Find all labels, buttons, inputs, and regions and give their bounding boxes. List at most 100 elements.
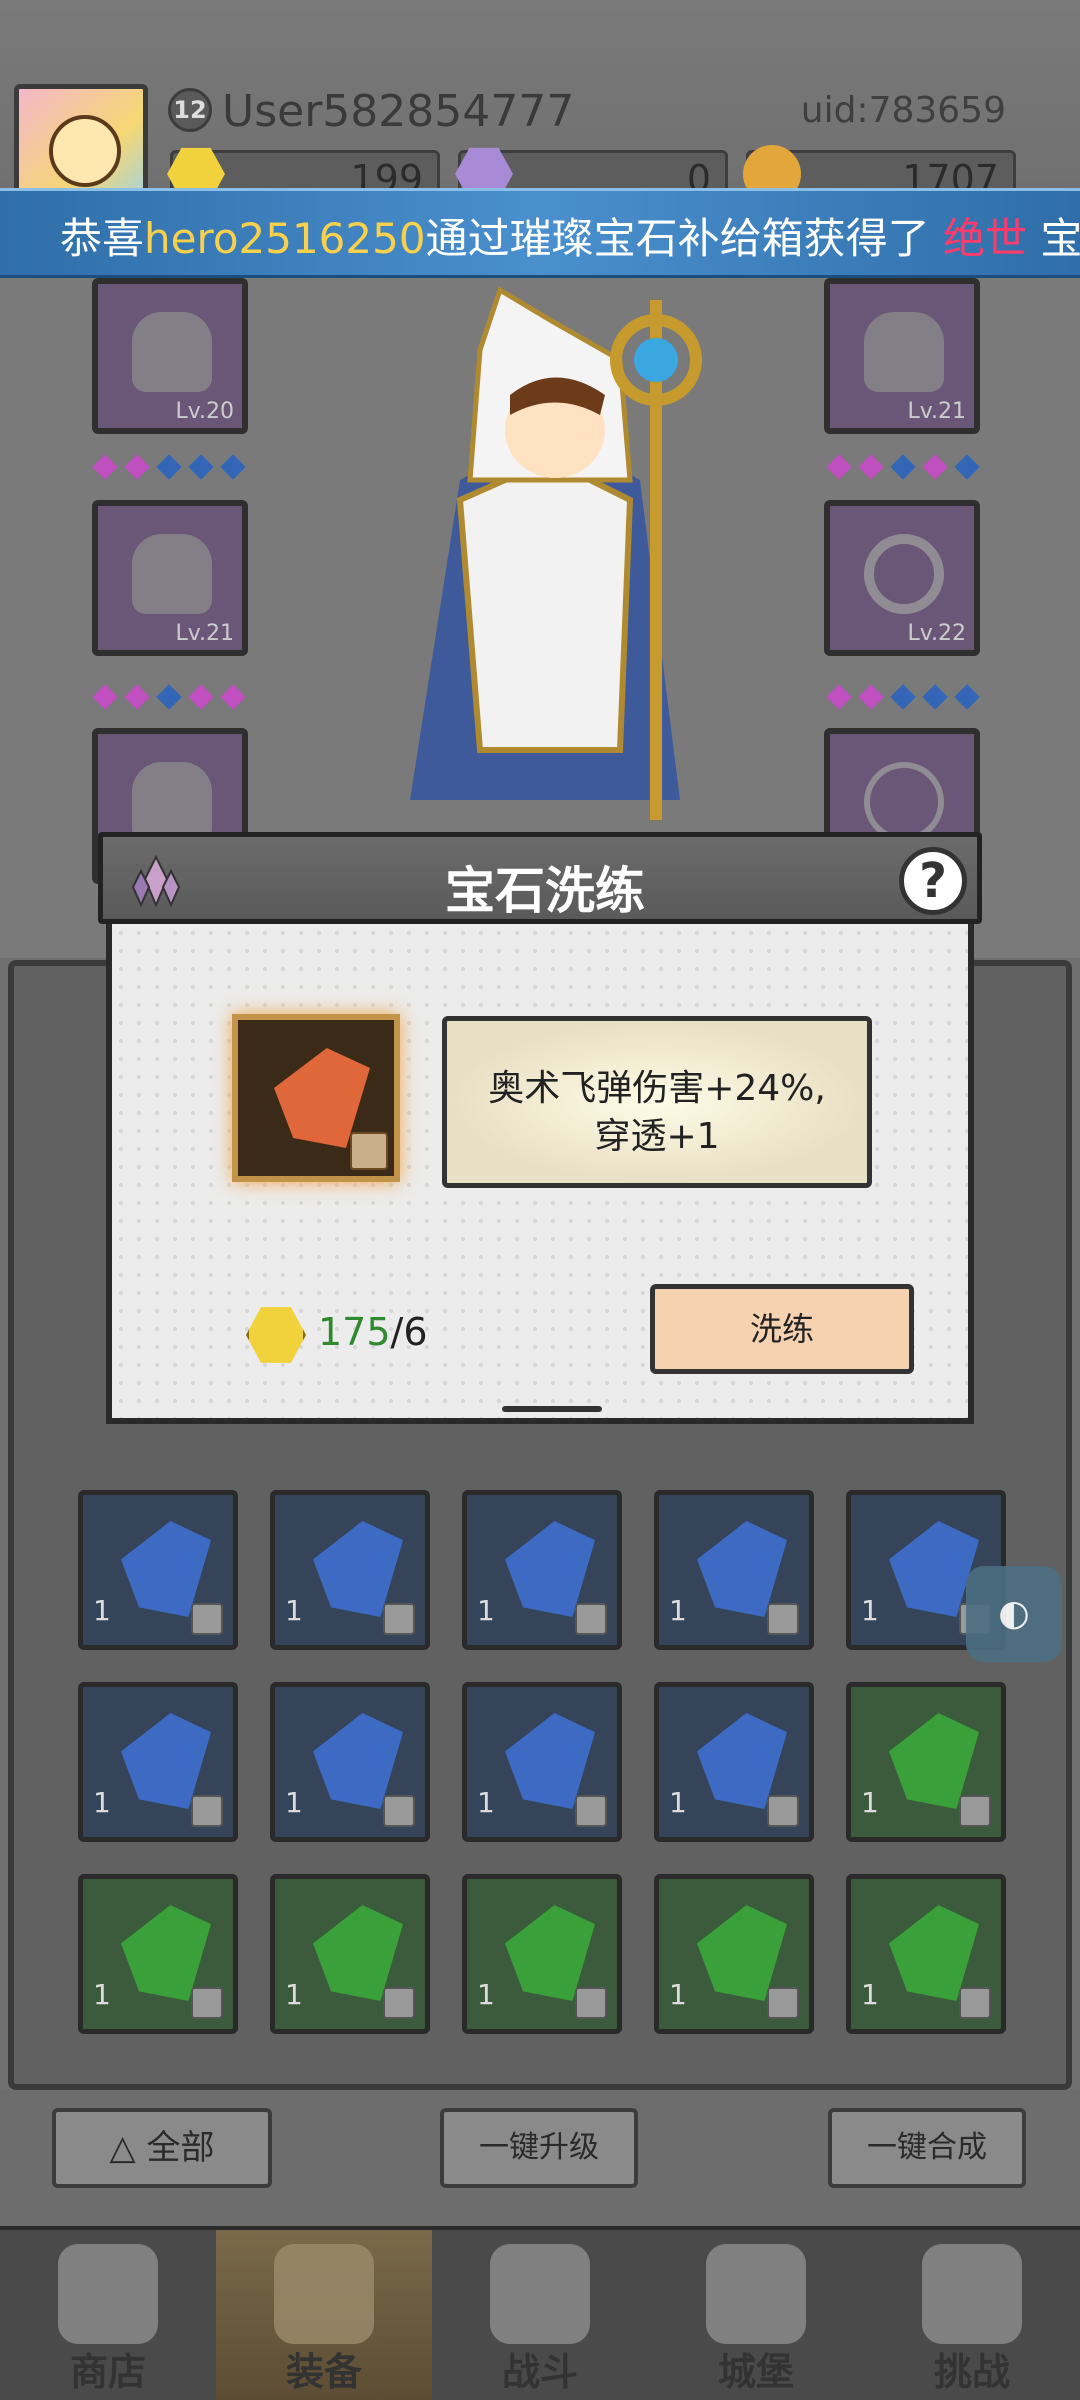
nav-equipment[interactable]: 装备 (216, 2230, 432, 2400)
inventory-cell[interactable]: 1 (462, 1490, 622, 1650)
inventory-cell[interactable]: 1 (654, 1874, 814, 2034)
item-quantity: 1 (93, 1786, 111, 1819)
gem-dot (188, 454, 214, 480)
username: User582854777 (222, 86, 575, 137)
socket-gems (826, 454, 990, 484)
gem-type-icon (383, 1603, 415, 1635)
announcement-item: 绝世 (942, 214, 1027, 263)
gem-dot (124, 454, 150, 480)
gem-type-icon (767, 1795, 799, 1827)
contrast-toggle-icon[interactable]: ◐ (966, 1566, 1062, 1662)
gem-type-icon (767, 1603, 799, 1635)
upgrade-all-button[interactable]: 一键升级 (440, 2108, 638, 2188)
item-quantity: 1 (285, 1978, 303, 2011)
slot-level: Lv.21 (907, 399, 966, 424)
announcement-middle: 通过璀璨宝石补给箱获得了 (425, 214, 930, 263)
hero-robe (456, 456, 634, 753)
gem-type-icon (959, 1795, 991, 1827)
inventory-cell[interactable]: 1 (270, 1682, 430, 1842)
socket-gems (826, 684, 990, 714)
announcement-player-name: hero2516250 (144, 214, 426, 263)
nav-battle[interactable]: 战斗 (432, 2230, 648, 2400)
inventory-cell[interactable]: 1 (846, 1874, 1006, 2034)
gem-type-icon (191, 1987, 223, 2019)
bag-icon (132, 762, 212, 842)
avatar-face (49, 115, 121, 187)
gem-type-icon (383, 1795, 415, 1827)
item-quantity: 1 (477, 1594, 495, 1627)
refine-button[interactable]: 洗练 (650, 1284, 914, 1374)
gem-dot (220, 454, 246, 480)
nav-label: 装备 (285, 2350, 362, 2394)
inventory-cell[interactable]: 1 (462, 1682, 622, 1842)
equip-slot-weapon[interactable]: Lv.21 (824, 278, 980, 434)
gem-type-icon (350, 1132, 388, 1170)
item-quantity: 1 (861, 1594, 879, 1627)
slot-level: Lv.22 (907, 621, 966, 646)
item-quantity: 1 (477, 1978, 495, 2011)
nav-label: 城堡 (717, 2350, 794, 2394)
gem-dot (890, 454, 916, 480)
gem-dot (220, 684, 246, 710)
necklace-icon (864, 762, 944, 842)
inventory-cell[interactable]: 1 (846, 1682, 1006, 1842)
gem-dot (826, 684, 852, 710)
inventory-cell[interactable]: 1 (78, 1874, 238, 2034)
gem-type-icon (575, 1603, 607, 1635)
hood-icon (132, 312, 212, 392)
inventory-cell[interactable]: 1 (654, 1490, 814, 1650)
item-quantity: 1 (669, 1594, 687, 1627)
inventory-cell[interactable]: 1 (78, 1682, 238, 1842)
equip-slot-ring[interactable]: Lv.22 (824, 500, 980, 656)
challenge-icon (922, 2244, 1022, 2344)
gem-dot (92, 684, 118, 710)
ring-icon (864, 534, 944, 614)
equip-slot-head[interactable]: Lv.20 (92, 278, 248, 434)
player-level-badge: 12 (168, 88, 212, 132)
staff-orb (634, 338, 678, 382)
equip-slot-body[interactable]: Lv.21 (92, 500, 248, 656)
uid-label: uid:783659 (800, 90, 1006, 131)
inventory-cell[interactable]: 1 (78, 1490, 238, 1650)
gem-effect-text: 奥术飞弹伤害+24%, 穿透+1 (447, 1065, 867, 1161)
gem-dot (826, 454, 852, 480)
help-button[interactable]: ? (899, 847, 967, 915)
backpack-icon (274, 2244, 374, 2344)
filter-all-button[interactable]: △ 全部 (52, 2108, 272, 2188)
inventory-cell[interactable]: 1 (270, 1490, 430, 1650)
gem-dot (954, 454, 980, 480)
gem-dot (954, 684, 980, 710)
cloak-icon (132, 534, 212, 614)
slot-level: Lv.21 (175, 621, 234, 646)
inventory-cell[interactable]: 1 (462, 1874, 622, 2034)
nav-label: 战斗 (501, 2350, 578, 2394)
gem-dot (858, 454, 884, 480)
bottom-nav: 商店 装备 战斗 城堡 挑战 (0, 2226, 1080, 2400)
announcement-text: 恭喜hero2516250通过璀璨宝石补给箱获得了 绝世 宝 (60, 205, 1080, 266)
gem-dot (92, 454, 118, 480)
nav-challenge[interactable]: 挑战 (864, 2230, 1080, 2400)
nav-shop[interactable]: 商店 (0, 2230, 216, 2400)
nav-label: 商店 (69, 2350, 146, 2394)
gem-dot (188, 684, 214, 710)
merge-all-button[interactable]: 一键合成 (828, 2108, 1026, 2188)
inventory-cell[interactable]: 1 (270, 1874, 430, 2034)
dialog-title-bar: 宝石洗练 ? (98, 832, 982, 924)
item-quantity: 1 (93, 1978, 111, 2011)
dialog-handle (502, 1406, 602, 1412)
inventory-cell[interactable]: 1 (654, 1682, 814, 1842)
item-quantity: 1 (285, 1786, 303, 1819)
gem-refine-dialog: 奥术飞弹伤害+24%, 穿透+1 175/6 洗练 宝石洗练 ? (98, 832, 982, 1432)
selected-gem-slot[interactable] (232, 1014, 400, 1182)
nav-label: 挑战 (933, 2350, 1010, 2394)
socket-gems (92, 454, 256, 484)
gem-dot (858, 684, 884, 710)
nav-castle[interactable]: 城堡 (648, 2230, 864, 2400)
item-quantity: 1 (93, 1594, 111, 1627)
gem-dot (156, 454, 182, 480)
castle-icon (706, 2244, 806, 2344)
inventory-actions: △ 全部 一键升级 一键合成 (0, 2090, 1080, 2230)
item-quantity: 1 (861, 1786, 879, 1819)
hero-character (410, 286, 702, 820)
item-quantity: 1 (669, 1978, 687, 2011)
